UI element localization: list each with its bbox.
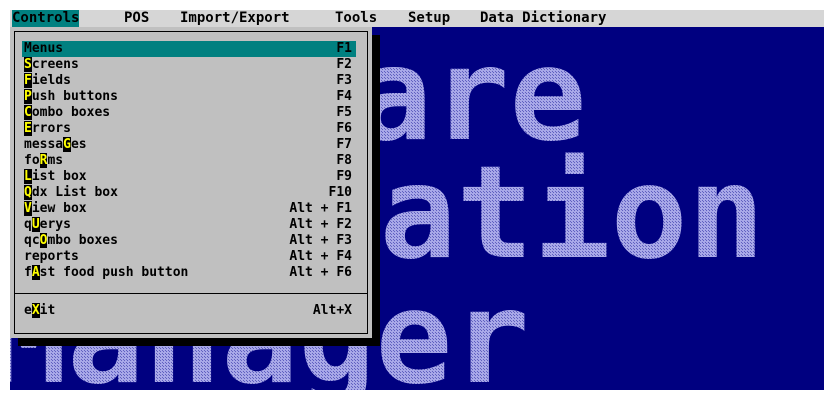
menu-pos[interactable]: POS bbox=[124, 10, 149, 27]
menu-item-forms[interactable]: foRms F8 bbox=[22, 153, 356, 169]
menu-item-screens[interactable]: Screens F2 bbox=[22, 57, 356, 73]
shortcut: F5 bbox=[336, 105, 352, 120]
menu-item-reports[interactable]: reports Alt + F4 bbox=[22, 249, 356, 265]
menu-separator bbox=[15, 293, 367, 294]
menu-item-combo-boxes[interactable]: Combo boxes F5 bbox=[22, 105, 356, 121]
menu-controls[interactable]: Controls bbox=[12, 10, 80, 27]
menu-import-export[interactable]: Import/Export bbox=[180, 10, 290, 27]
shortcut: Alt+X bbox=[312, 303, 352, 318]
shortcut: Alt + F1 bbox=[289, 201, 352, 216]
shortcut: F3 bbox=[336, 73, 352, 88]
menu-item-querys[interactable]: qUerys Alt + F2 bbox=[22, 217, 356, 233]
menu-item-messages[interactable]: messaGes F7 bbox=[22, 137, 356, 153]
shortcut: Alt + F2 bbox=[289, 217, 352, 232]
menu-item-exit[interactable]: eXit Alt+X bbox=[22, 303, 356, 319]
shortcut: F1 bbox=[336, 41, 352, 56]
menu-setup[interactable]: Setup bbox=[408, 10, 450, 27]
menu-item-push-buttons[interactable]: Push buttons F4 bbox=[22, 89, 356, 105]
shortcut: F10 bbox=[328, 185, 352, 200]
shortcut: F9 bbox=[336, 169, 352, 184]
dropdown-shadow-bottom bbox=[18, 338, 380, 346]
menu-item-menus[interactable]: Menus F1 bbox=[22, 41, 356, 57]
shortcut: F4 bbox=[336, 89, 352, 104]
shortcut: F6 bbox=[336, 121, 352, 136]
shortcut: F7 bbox=[336, 137, 352, 152]
dos-screen: Software Presentation Manager Controls P… bbox=[10, 10, 824, 390]
menu-data-dictionary[interactable]: Data Dictionary bbox=[480, 10, 606, 27]
menu-item-list-box[interactable]: List box F9 bbox=[22, 169, 356, 185]
shortcut: F8 bbox=[336, 153, 352, 168]
shortcut: Alt + F3 bbox=[289, 233, 352, 248]
dropdown-shadow-right bbox=[372, 35, 380, 346]
menu-item-view-box[interactable]: View box Alt + F1 bbox=[22, 201, 356, 217]
menu-item-qdx-list-box[interactable]: Qdx List box F10 bbox=[22, 185, 356, 201]
shortcut: Alt + F6 bbox=[289, 265, 352, 280]
shortcut: F2 bbox=[336, 57, 352, 72]
menu-item-errors[interactable]: Errors F6 bbox=[22, 121, 356, 137]
controls-dropdown-menu: Menus F1 Screens F2 Fields F3 Push butto… bbox=[10, 27, 372, 338]
shortcut: Alt + F4 bbox=[289, 249, 352, 264]
menu-item-fields[interactable]: Fields F3 bbox=[22, 73, 356, 89]
menu-bar: Controls POS Import/Export Tools Setup D… bbox=[10, 10, 824, 27]
menu-tools[interactable]: Tools bbox=[335, 10, 377, 27]
menu-item-qcombo-boxes[interactable]: qcOmbo boxes Alt + F3 bbox=[22, 233, 356, 249]
menu-item-fast-food-push-button[interactable]: fAst food push button Alt + F6 bbox=[22, 265, 356, 281]
